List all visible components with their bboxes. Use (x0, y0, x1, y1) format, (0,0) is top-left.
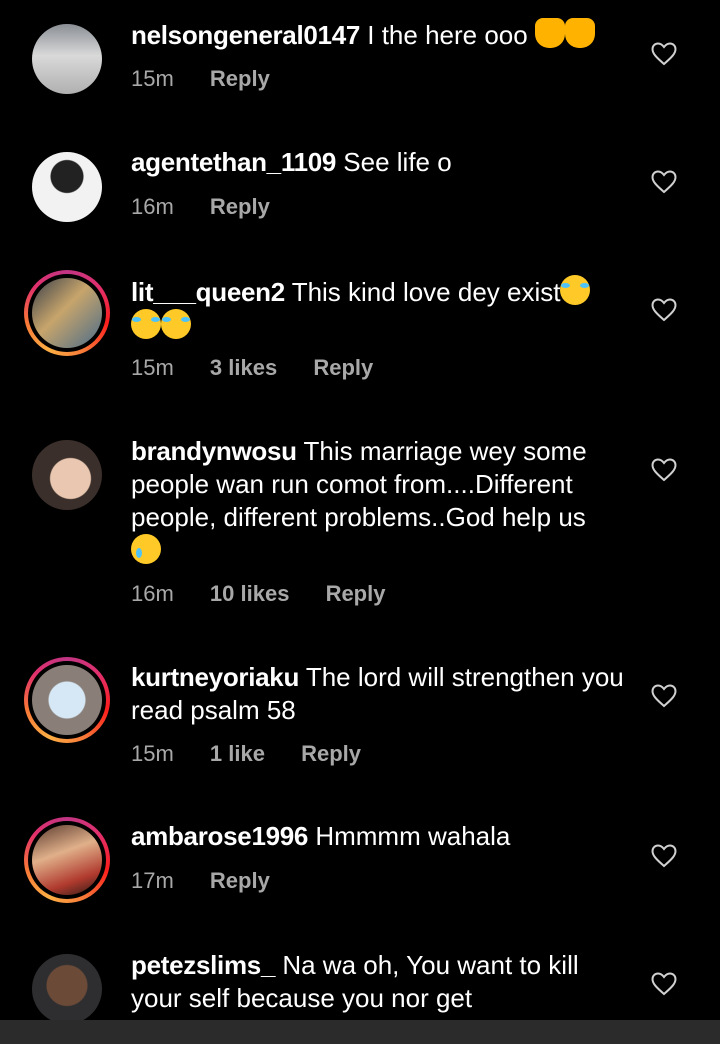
comment-username[interactable]: lit___queen2 (131, 277, 285, 307)
like-heart-icon[interactable] (651, 458, 677, 482)
comment-username[interactable]: brandynwosu (131, 436, 297, 466)
avatar[interactable] (24, 817, 110, 903)
like-heart-icon[interactable] (651, 170, 677, 194)
comment-body: ambarose1996 Hmmmm wahala (131, 820, 631, 853)
comment-meta: 16m 10 likes Reply (131, 581, 415, 607)
like-heart-icon[interactable] (651, 298, 677, 322)
comment-username[interactable]: ambarose1996 (131, 821, 308, 851)
comment-meta: 16m Reply (131, 194, 300, 220)
comment-body: brandynwosu This marriage wey some peopl… (131, 435, 631, 568)
avatar[interactable] (28, 148, 106, 226)
raised-hands-emoji (534, 18, 565, 48)
comment-body: kurtneyoriaku The lord will strengthen y… (131, 661, 631, 727)
avatar[interactable] (24, 657, 110, 743)
comment-meta: 15m Reply (131, 66, 300, 92)
reply-button[interactable]: Reply (313, 355, 373, 380)
comment-time: 15m (131, 66, 174, 91)
comment-meta: 15m 1 like Reply (131, 741, 391, 767)
comment-body: petezslims_ Na wa oh, You want to kill y… (131, 949, 631, 1020)
reply-button[interactable]: Reply (210, 194, 270, 219)
like-heart-icon[interactable] (651, 844, 677, 868)
comment-text: This kind love dey exist (291, 277, 561, 307)
comment-username[interactable]: agentethan_1109 (131, 147, 336, 177)
likes-count[interactable]: 10 likes (210, 581, 290, 606)
tears-of-joy-emoji (131, 309, 161, 339)
comment-body: nelsongeneral0147 I the here ooo (131, 18, 631, 52)
comment-time: 16m (131, 194, 174, 219)
tears-of-joy-emoji (560, 275, 591, 305)
tears-of-joy-emoji (161, 309, 191, 339)
avatar[interactable] (28, 950, 106, 1028)
comment-text: I the here ooo (367, 20, 528, 50)
likes-count[interactable]: 1 like (210, 741, 265, 766)
reply-button[interactable]: Reply (326, 581, 386, 606)
like-heart-icon[interactable] (651, 684, 677, 708)
avatar[interactable] (28, 436, 106, 514)
comment-time: 16m (131, 581, 174, 606)
comment-text: See life o (343, 147, 452, 177)
comment-time: 15m (131, 355, 174, 380)
comment-meta: 17m Reply (131, 868, 300, 894)
comment-body: lit___queen2 This kind love dey exist (131, 275, 631, 343)
crying-face-emoji (131, 534, 161, 564)
comment-username[interactable]: nelsongeneral0147 (131, 20, 360, 50)
like-heart-icon[interactable] (651, 42, 677, 66)
reply-button[interactable]: Reply (210, 868, 270, 893)
avatar[interactable] (24, 270, 110, 356)
reply-button[interactable]: Reply (301, 741, 361, 766)
bottom-bar (0, 1020, 720, 1044)
comment-meta: 15m 3 likes Reply (131, 355, 403, 381)
raised-hands-emoji (564, 18, 595, 48)
comment-username[interactable]: kurtneyoriaku (131, 662, 299, 692)
comment-body: agentethan_1109 See life o (131, 146, 631, 179)
comment-time: 17m (131, 868, 174, 893)
like-heart-icon[interactable] (651, 972, 677, 996)
likes-count[interactable]: 3 likes (210, 355, 277, 380)
avatar[interactable] (28, 20, 106, 98)
comment-username[interactable]: petezslims_ (131, 950, 275, 980)
comment-time: 15m (131, 741, 174, 766)
comment-text: Hmmmm wahala (315, 821, 511, 851)
reply-button[interactable]: Reply (210, 66, 270, 91)
